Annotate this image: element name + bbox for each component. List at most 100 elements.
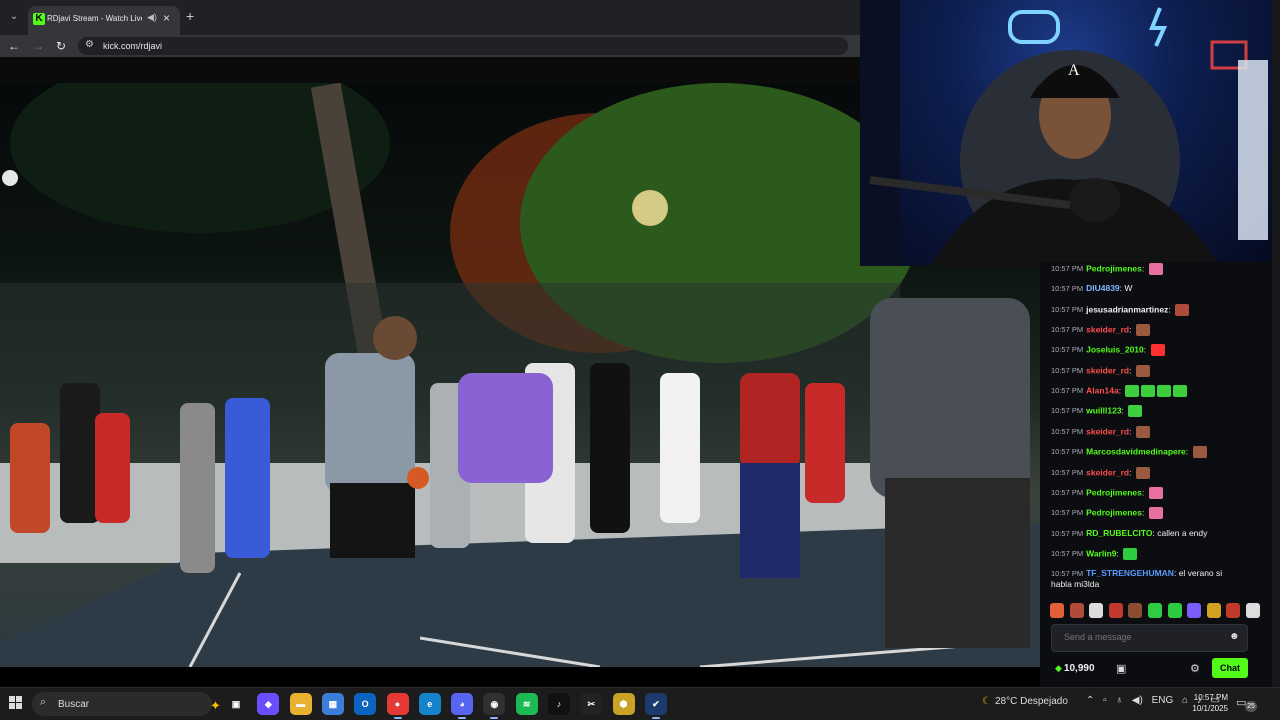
chat-input-box[interactable]: ☻ (1051, 624, 1248, 652)
street-light-left (2, 170, 18, 186)
steam-icon[interactable]: ✔ (644, 693, 667, 719)
copilot-icon[interactable]: ◆ (257, 693, 280, 715)
message-username[interactable]: Marcosdavidmedinapere (1086, 446, 1186, 456)
chrome-icon[interactable]: ● (386, 693, 409, 719)
message-username[interactable]: skeider_rd (1086, 324, 1129, 334)
back-arrow-icon[interactable]: ← (8, 38, 20, 54)
quick-emote-icon[interactable] (1226, 603, 1241, 618)
emote-icon[interactable] (1150, 344, 1165, 356)
quick-emote-icon[interactable] (1167, 603, 1182, 618)
chat-message-list[interactable]: 10:57 PM Pedrojimenes: 10:57 PM DIU4839: W… (1040, 262, 1272, 592)
url-text[interactable]: kick.com/rdjavi (103, 41, 162, 51)
ms-store-icon[interactable]: ▦ (321, 693, 344, 715)
emote-icon[interactable] (1123, 548, 1138, 560)
quick-emote-icon[interactable] (1108, 603, 1123, 618)
file-explorer-icon[interactable]: ▬ (289, 693, 312, 715)
message-username[interactable]: Joseluis_2010 (1086, 344, 1144, 354)
tab-audio-icon[interactable]: ◀) (147, 12, 157, 23)
message-time: 10:57 PM (1051, 264, 1084, 274)
emote-icon[interactable] (1135, 365, 1150, 377)
message-username[interactable]: jesusadrianmartinez (1086, 304, 1168, 314)
quick-emote-icon[interactable] (1069, 603, 1084, 618)
tray-app-icon[interactable]: ▫ (1103, 695, 1107, 706)
emote-icon[interactable] (1148, 263, 1163, 275)
message-username[interactable]: skeider_rd (1086, 365, 1129, 375)
chat-message: 10:57 PM Alan14a: (1051, 385, 1261, 397)
tiktok-icon[interactable]: ♪ (548, 693, 570, 715)
emote-icon[interactable] (1141, 385, 1156, 397)
cap-logo: A (1068, 62, 1080, 79)
emote-icon[interactable] (1192, 446, 1207, 458)
message-separator: : (1118, 385, 1124, 396)
obs-icon[interactable]: ◉ (483, 693, 506, 719)
emote-icon[interactable] (1148, 507, 1163, 519)
shield-app-icon[interactable]: ⬢ (612, 693, 635, 715)
emote-icon[interactable] (1128, 405, 1143, 417)
capcut-icon[interactable]: ✂ (580, 693, 603, 715)
forward-arrow-icon[interactable]: → (32, 38, 44, 54)
chat-send-button[interactable]: Chat (1212, 658, 1248, 678)
taskbar-search-box[interactable]: ⌕ Buscar ✦ (32, 692, 221, 716)
microphone-icon[interactable]: ♁ (1116, 695, 1124, 706)
quick-emote-icon[interactable] (1206, 603, 1221, 618)
emote-icon[interactable] (1135, 467, 1150, 479)
task-view-icon[interactable]: ▣ (225, 693, 247, 715)
windows-start-icon[interactable] (9, 696, 23, 710)
message-text: callen a endy (1157, 528, 1208, 538)
quick-emote-icon[interactable] (1187, 603, 1202, 618)
discord-icon[interactable]: ◕ (451, 693, 474, 719)
chat-message-input[interactable] (1064, 632, 1224, 642)
language-indicator[interactable]: ENG (1152, 695, 1174, 706)
address-bar[interactable]: ⚙ kick.com/rdjavi (78, 37, 848, 55)
message-separator: : (1185, 446, 1191, 457)
scrollbar-track[interactable] (1272, 0, 1280, 687)
quick-emote-icon[interactable] (1128, 603, 1143, 618)
emote-icon[interactable] (1148, 487, 1163, 499)
weather-widget[interactable]: ☾ 28°C Despejado (982, 696, 1068, 707)
emote-icon[interactable] (1175, 304, 1190, 316)
message-username[interactable]: Warlin9 (1086, 548, 1116, 558)
gift-icon[interactable]: ▣ (1116, 662, 1126, 675)
site-info-icon[interactable]: ⚙ (85, 39, 94, 50)
quick-emote-icon[interactable] (1246, 603, 1260, 618)
tray-overflow-chevron-icon[interactable]: ⌃ (1086, 695, 1094, 706)
new-tab-plus-icon[interactable]: + (186, 9, 194, 23)
channel-points[interactable]: ◆ 10,990 (1055, 663, 1095, 674)
message-username[interactable]: TF_STRENGEHUMAN (1086, 568, 1174, 578)
emote-icon[interactable] (1135, 324, 1150, 336)
spectator (590, 363, 630, 533)
spotify-icon[interactable]: ≋ (515, 693, 538, 715)
message-username[interactable]: Pedrojimenes (1086, 263, 1142, 273)
emote-icon[interactable] (1125, 385, 1140, 397)
emote-icon[interactable] (1157, 385, 1172, 397)
quick-emote-icon[interactable] (1089, 603, 1104, 618)
tab-close-icon[interactable]: × (163, 11, 170, 25)
message-username[interactable]: RD_RUBELCITO (1086, 528, 1152, 538)
search-highlight-icon: ✦ (210, 698, 221, 713)
reload-icon[interactable]: ↻ (56, 38, 66, 54)
outlook-icon[interactable]: O (354, 693, 377, 715)
emoji-picker-icon[interactable]: ☻ (1229, 631, 1240, 642)
basketball (407, 467, 429, 489)
message-username[interactable]: skeider_rd (1086, 467, 1129, 477)
message-username[interactable]: wuilll123 (1086, 405, 1121, 415)
emote-icon[interactable] (1135, 426, 1150, 438)
volume-icon[interactable]: ◀) (1132, 695, 1143, 706)
emote-icon[interactable] (1173, 385, 1188, 397)
browser-tab[interactable]: K RDjavi Stream - Watch Live ◀) × (28, 6, 180, 35)
quick-emote-icon[interactable] (1050, 603, 1064, 618)
tab-search-chevron-icon[interactable]: ⌄ (6, 9, 22, 25)
quick-emote-icon[interactable] (1148, 603, 1162, 618)
taskbar-clock[interactable]: 10:57 PM 10/1/2025 (1188, 692, 1228, 714)
chat-settings-gear-icon[interactable]: ⚙ (1190, 662, 1200, 675)
microphone (1069, 178, 1121, 222)
edge-icon[interactable]: e (418, 693, 441, 715)
player-blue-pants (740, 463, 800, 578)
message-username[interactable]: Pedrojimenes (1086, 487, 1142, 497)
message-username[interactable]: Alan14a (1086, 385, 1119, 395)
message-username[interactable]: DIU4839 (1086, 283, 1120, 293)
message-time: 10:57 PM (1051, 488, 1084, 498)
chat-message: 10:57 PM Pedrojimenes: (1051, 507, 1261, 519)
message-username[interactable]: Pedrojimenes (1086, 507, 1142, 517)
message-username[interactable]: skeider_rd (1086, 426, 1129, 436)
